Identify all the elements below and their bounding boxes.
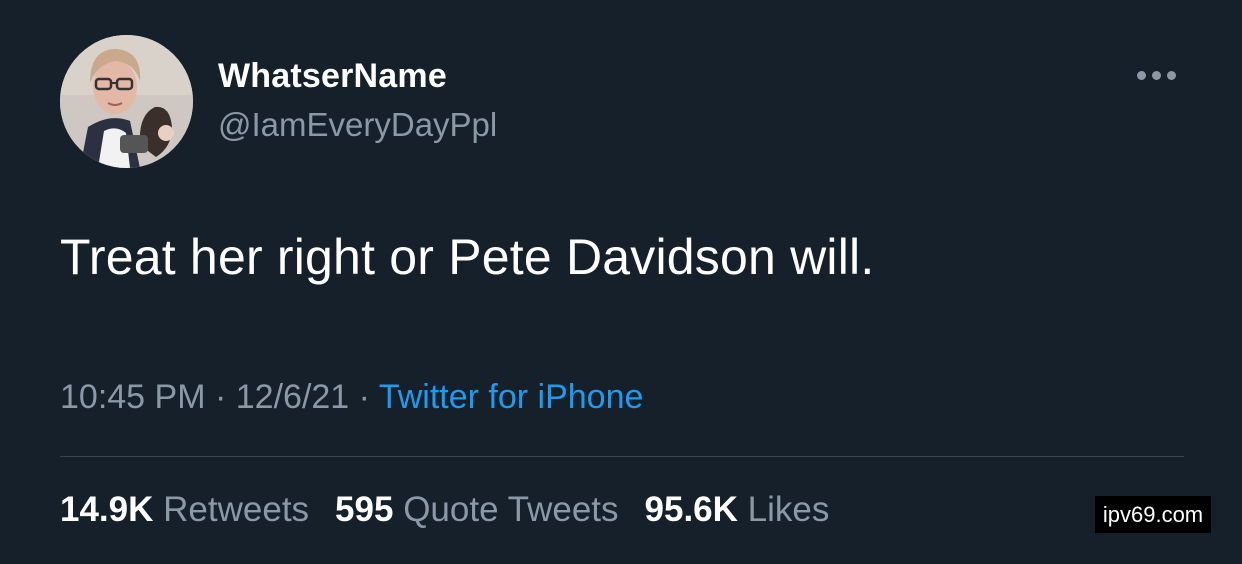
divider bbox=[60, 456, 1184, 457]
avatar-image bbox=[60, 35, 193, 168]
meta-separator: · bbox=[214, 378, 227, 416]
tweet-time[interactable]: 10:45 PM bbox=[60, 378, 206, 416]
author-name[interactable]: WhatserName bbox=[218, 57, 447, 96]
retweets-count: 14.9K bbox=[60, 490, 154, 529]
retweets-label: Retweets bbox=[163, 490, 310, 529]
likes-count: 95.6K bbox=[644, 490, 738, 529]
more-dot bbox=[1166, 70, 1176, 80]
retweets-stat[interactable]: 14.9K Retweets bbox=[60, 490, 309, 530]
avatar[interactable] bbox=[60, 35, 193, 168]
meta-separator: · bbox=[358, 378, 370, 416]
tweet-meta: 10:45 PM · 12/6/21 · Twitter for iPhone bbox=[60, 378, 643, 417]
author-handle[interactable]: @IamEveryDayPpl bbox=[218, 106, 497, 144]
more-horizontal-icon[interactable] bbox=[1126, 60, 1186, 90]
watermark: ipv69.com bbox=[1095, 496, 1211, 533]
more-dot bbox=[1136, 70, 1146, 80]
tweet-text: Treat her right or Pete Davidson will. bbox=[60, 229, 875, 285]
likes-stat[interactable]: 95.6K Likes bbox=[645, 490, 830, 530]
tweet-date[interactable]: 12/6/21 bbox=[236, 378, 349, 416]
quote-tweets-count: 595 bbox=[335, 490, 394, 529]
tweet-card: WhatserName @IamEveryDayPpl Treat her ri… bbox=[0, 0, 1242, 564]
quote-tweets-label: Quote Tweets bbox=[403, 490, 619, 529]
more-dot bbox=[1151, 70, 1161, 80]
tweet-source-link[interactable]: Twitter for iPhone bbox=[379, 378, 644, 416]
quote-tweets-stat[interactable]: 595 Quote Tweets bbox=[335, 490, 618, 530]
tweet-stats: 14.9K Retweets 595 Quote Tweets 95.6K Li… bbox=[60, 490, 829, 530]
likes-label: Likes bbox=[747, 490, 830, 529]
